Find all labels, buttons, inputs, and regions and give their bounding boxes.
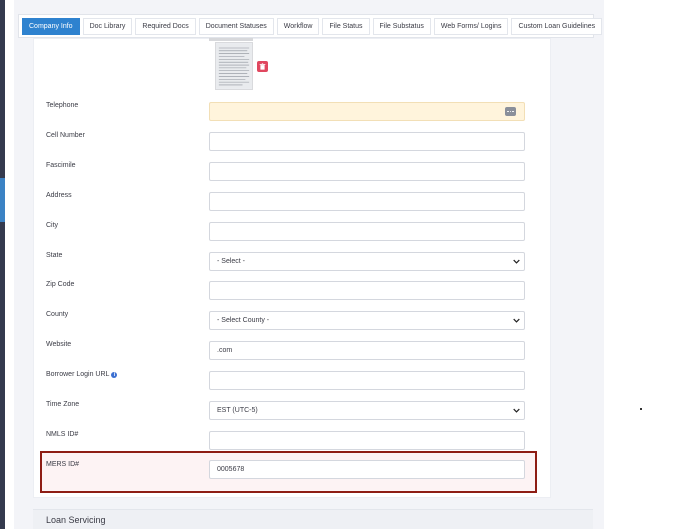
tab-required-docs[interactable]: Required Docs [135, 17, 196, 35]
tab-file-substatus[interactable]: File Substatus [372, 17, 431, 35]
county-select[interactable]: - Select County - [209, 311, 525, 330]
settings-tabs: Company Info Doc Library Required Docs D… [18, 14, 603, 38]
county-selected-value: - Select County - [217, 317, 270, 324]
time-zone-selected-value: EST (UTC-5) [217, 407, 258, 414]
website-input[interactable]: .com [209, 341, 525, 360]
borrower-login-url-label: Borrower Login URL i [46, 371, 118, 378]
city-label: City [46, 222, 59, 229]
tab-company-info[interactable]: Company Info [22, 17, 80, 35]
time-zone-label: Time Zone [46, 401, 80, 408]
state-label: State [46, 252, 63, 259]
more-dots-icon[interactable] [505, 107, 516, 116]
delete-logo-button[interactable] [257, 61, 268, 72]
logo-frame-top [209, 38, 253, 41]
company-logo-thumbnail [215, 42, 253, 90]
tab-custom-loan-guidelines[interactable]: Custom Loan Guidelines [511, 17, 603, 35]
chevron-down-icon [512, 258, 520, 266]
zip-code-input[interactable] [209, 281, 525, 300]
nmls-id-input[interactable] [209, 431, 525, 450]
sidebar-active-indicator[interactable] [0, 178, 5, 222]
state-select[interactable]: - Select - [209, 252, 525, 271]
tab-workflow[interactable]: Workflow [276, 17, 320, 35]
document-thumbnail-icon [216, 43, 252, 89]
borrower-login-url-text: Borrower Login URL [46, 371, 110, 378]
tab-doc-library[interactable]: Doc Library [82, 17, 133, 35]
state-selected-value: - Select - [217, 258, 246, 265]
fascimile-input[interactable] [209, 162, 525, 181]
cell-number-label: Cell Number [46, 132, 85, 139]
address-label: Address [46, 192, 72, 199]
city-input[interactable] [209, 222, 525, 241]
zip-code-label: Zip Code [46, 281, 75, 288]
chevron-down-icon [512, 407, 520, 415]
loan-servicing-title: Loan Servicing [46, 515, 106, 525]
mers-id-label: MERS ID# [46, 461, 80, 468]
cell-number-input[interactable] [209, 132, 525, 151]
tab-web-forms-logins[interactable]: Web Forms/ Logins [433, 17, 509, 35]
trash-icon [259, 63, 266, 70]
county-label: County [46, 311, 69, 318]
time-zone-select[interactable]: EST (UTC-5) [209, 401, 525, 420]
telephone-input[interactable] [209, 102, 525, 121]
left-sidebar-rail [0, 0, 5, 529]
borrower-login-url-input[interactable] [209, 371, 525, 390]
telephone-label: Telephone [46, 102, 79, 109]
info-icon[interactable]: i [111, 371, 118, 378]
chevron-down-icon [512, 317, 520, 325]
website-label: Website [46, 341, 72, 348]
tab-file-status[interactable]: File Status [322, 17, 370, 35]
tab-document-statuses[interactable]: Document Statuses [198, 17, 274, 35]
fascimile-label: Fascimile [46, 162, 76, 169]
mers-id-input[interactable]: 0005678 [209, 460, 525, 479]
loan-servicing-section [33, 509, 593, 529]
stray-pixel [640, 408, 642, 410]
address-input[interactable] [209, 192, 525, 211]
nmls-id-label: NMLS ID# [46, 431, 79, 438]
